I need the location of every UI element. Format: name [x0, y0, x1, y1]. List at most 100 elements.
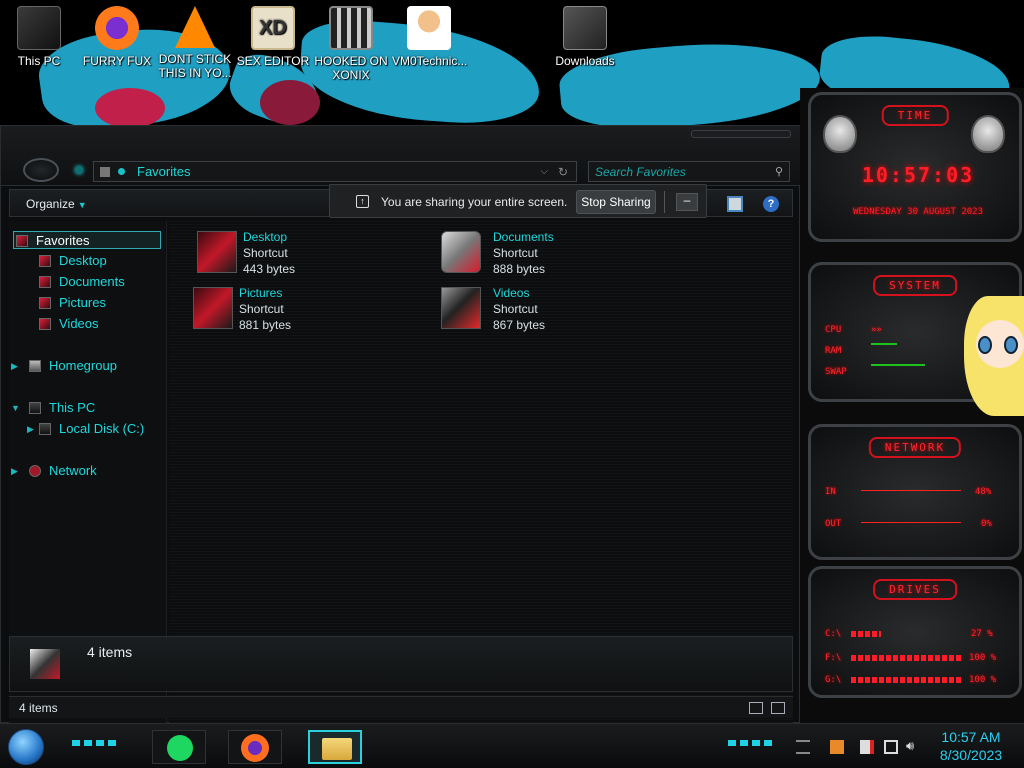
gadget-clock: 10:57:03: [861, 163, 975, 187]
show-hidden-icons-icon[interactable]: [796, 740, 810, 754]
drives-gadget[interactable]: DRIVES C:\ 27 % F:\ 100 % G:\ 100 %: [808, 566, 1022, 698]
nav-item-pictures[interactable]: Pictures: [39, 294, 106, 312]
documents-folder-icon: [39, 276, 51, 288]
network-gadget[interactable]: NETWORK IN 48% OUT 0%: [808, 424, 1022, 560]
taskbar-app-spotify[interactable]: [152, 730, 206, 764]
nav-item-desktop[interactable]: Desktop: [39, 252, 107, 270]
expand-arrow-icon[interactable]: ▶: [11, 357, 18, 375]
app-tray-icon[interactable]: [830, 740, 844, 754]
game-icon: [329, 6, 373, 50]
preview-pane-icon[interactable]: [727, 196, 743, 212]
file-explorer-icon: [322, 738, 352, 760]
pictures-folder-icon: [39, 297, 51, 309]
item-count: 4 items: [87, 644, 133, 660]
desktop-icon-sex-editor[interactable]: XD SEX EDITOR: [236, 6, 310, 68]
address-text[interactable]: Favorites: [137, 164, 190, 179]
network-out-graph: [861, 513, 961, 523]
recent-pages-icon[interactable]: [75, 166, 83, 174]
search-input[interactable]: Search Favorites ⚲: [588, 161, 790, 182]
collapse-arrow-icon[interactable]: ▼: [11, 399, 20, 417]
refresh-icon[interactable]: ↻: [558, 165, 568, 179]
desktop-icon-this-pc[interactable]: This PC: [2, 6, 76, 68]
window-frame-accent: [691, 130, 791, 138]
nav-label: Pictures: [59, 295, 106, 310]
chevron-down-icon: ▼: [77, 200, 87, 210]
desktop-icon-label: This PC: [17, 54, 61, 68]
clock-time: 10:57 AM: [941, 729, 1001, 745]
file-size: 867 bytes: [493, 318, 546, 332]
help-icon[interactable]: ?: [763, 196, 779, 212]
nav-label: Documents: [59, 274, 125, 289]
taskbar: 🔊︎ 10:57 AM 8/30/2023: [0, 723, 1024, 768]
stop-sharing-button[interactable]: Stop Sharing: [576, 190, 656, 214]
drive-usage-bar: [851, 677, 961, 683]
taskbar-app-firefox[interactable]: [228, 730, 282, 764]
nav-item-this-pc[interactable]: ▼ This PC: [11, 399, 95, 417]
back-forward-icon[interactable]: [23, 158, 59, 182]
file-item[interactable]: Pictures Shortcut 881 bytes: [193, 285, 423, 335]
favorites-icon: [16, 235, 28, 247]
swap-meter: [871, 364, 925, 366]
network-icon: [29, 465, 41, 477]
desktop-icon-vm0technic[interactable]: VM0Technic...: [392, 6, 467, 68]
drive-label: C:\: [825, 629, 842, 639]
nav-item-homegroup[interactable]: ▶ Homegroup: [11, 357, 117, 375]
large-icons-view-icon[interactable]: [771, 702, 785, 714]
address-dropdown-icon[interactable]: ⌵: [540, 166, 548, 177]
nav-item-documents[interactable]: Documents: [39, 273, 125, 291]
favorites-icon: [30, 649, 60, 679]
file-type: Shortcut: [239, 302, 284, 316]
desktop-icon-hooked-on-xonix[interactable]: HOOKED ON XONIX: [314, 6, 388, 82]
favorites-location-icon: [100, 166, 110, 177]
expand-arrow-icon[interactable]: ▶: [27, 420, 34, 438]
clock-date: 8/30/2023: [939, 747, 1003, 763]
nav-item-videos[interactable]: Videos: [39, 315, 99, 333]
alien-head-icon: [823, 115, 857, 153]
taskbar-app-file-explorer[interactable]: [308, 730, 362, 764]
desktop-icon-vlc[interactable]: DONT STICK THIS IN YO...: [158, 6, 232, 80]
details-view-icon[interactable]: [749, 702, 763, 714]
volume-icon[interactable]: 🔊︎: [906, 738, 920, 753]
desktop-icon-downloads[interactable]: Downloads: [548, 6, 622, 68]
file-size: 888 bytes: [493, 262, 546, 276]
taskbar-decoration: [72, 740, 116, 746]
file-item[interactable]: Videos Shortcut 867 bytes: [441, 285, 671, 335]
organize-button[interactable]: Organize ▼: [26, 197, 87, 211]
nav-item-favorites[interactable]: Favorites: [13, 231, 161, 249]
cpu-meter: »»: [871, 325, 882, 335]
screen-share-banner: ↑ You are sharing your entire screen. St…: [329, 184, 707, 218]
file-item[interactable]: Desktop Shortcut 443 bytes: [197, 229, 427, 279]
ram-meter: [871, 343, 897, 345]
cpu-label: CPU: [825, 325, 842, 335]
action-center-flag-icon[interactable]: [860, 740, 874, 754]
drive-usage-bar: [851, 655, 961, 661]
nav-item-network[interactable]: ▶ Network: [11, 462, 97, 480]
start-button[interactable]: [8, 729, 44, 765]
nav-label: Network: [49, 463, 97, 478]
desktop-icon-furry-fux[interactable]: FURRY FUX: [80, 6, 154, 68]
drive-value: 27 %: [971, 629, 993, 639]
address-bar[interactable]: Favorites ⌵ ↻: [93, 161, 577, 182]
share-screen-icon: ↑: [356, 195, 369, 208]
expand-arrow-icon[interactable]: ▶: [11, 462, 18, 480]
homegroup-icon: [29, 360, 41, 372]
network-status-icon[interactable]: [884, 740, 898, 754]
file-item[interactable]: Documents Shortcut 888 bytes: [441, 229, 671, 279]
pictures-shortcut-icon: [193, 287, 233, 329]
computer-icon: [17, 6, 61, 50]
gadget-title: TIME: [881, 105, 949, 126]
time-gadget[interactable]: TIME 10:57:03 WEDNESDAY 30 AUGUST 2023: [808, 92, 1022, 242]
nav-label: Desktop: [59, 253, 107, 268]
search-icon[interactable]: ⚲: [775, 165, 783, 178]
nav-label: Homegroup: [49, 358, 117, 373]
minimize-button[interactable]: –: [676, 193, 698, 211]
file-name: Documents: [493, 230, 554, 244]
network-in-graph: [861, 481, 961, 491]
file-name: Videos: [493, 286, 530, 300]
ram-label: RAM: [825, 346, 842, 356]
nav-item-local-disk[interactable]: ▶ Local Disk (C:): [27, 420, 144, 438]
details-pane: 4 items: [9, 636, 793, 692]
taskbar-clock[interactable]: 10:57 AM 8/30/2023: [924, 728, 1018, 764]
wallpaper-figure: [95, 88, 165, 128]
nav-label: Favorites: [36, 233, 90, 248]
